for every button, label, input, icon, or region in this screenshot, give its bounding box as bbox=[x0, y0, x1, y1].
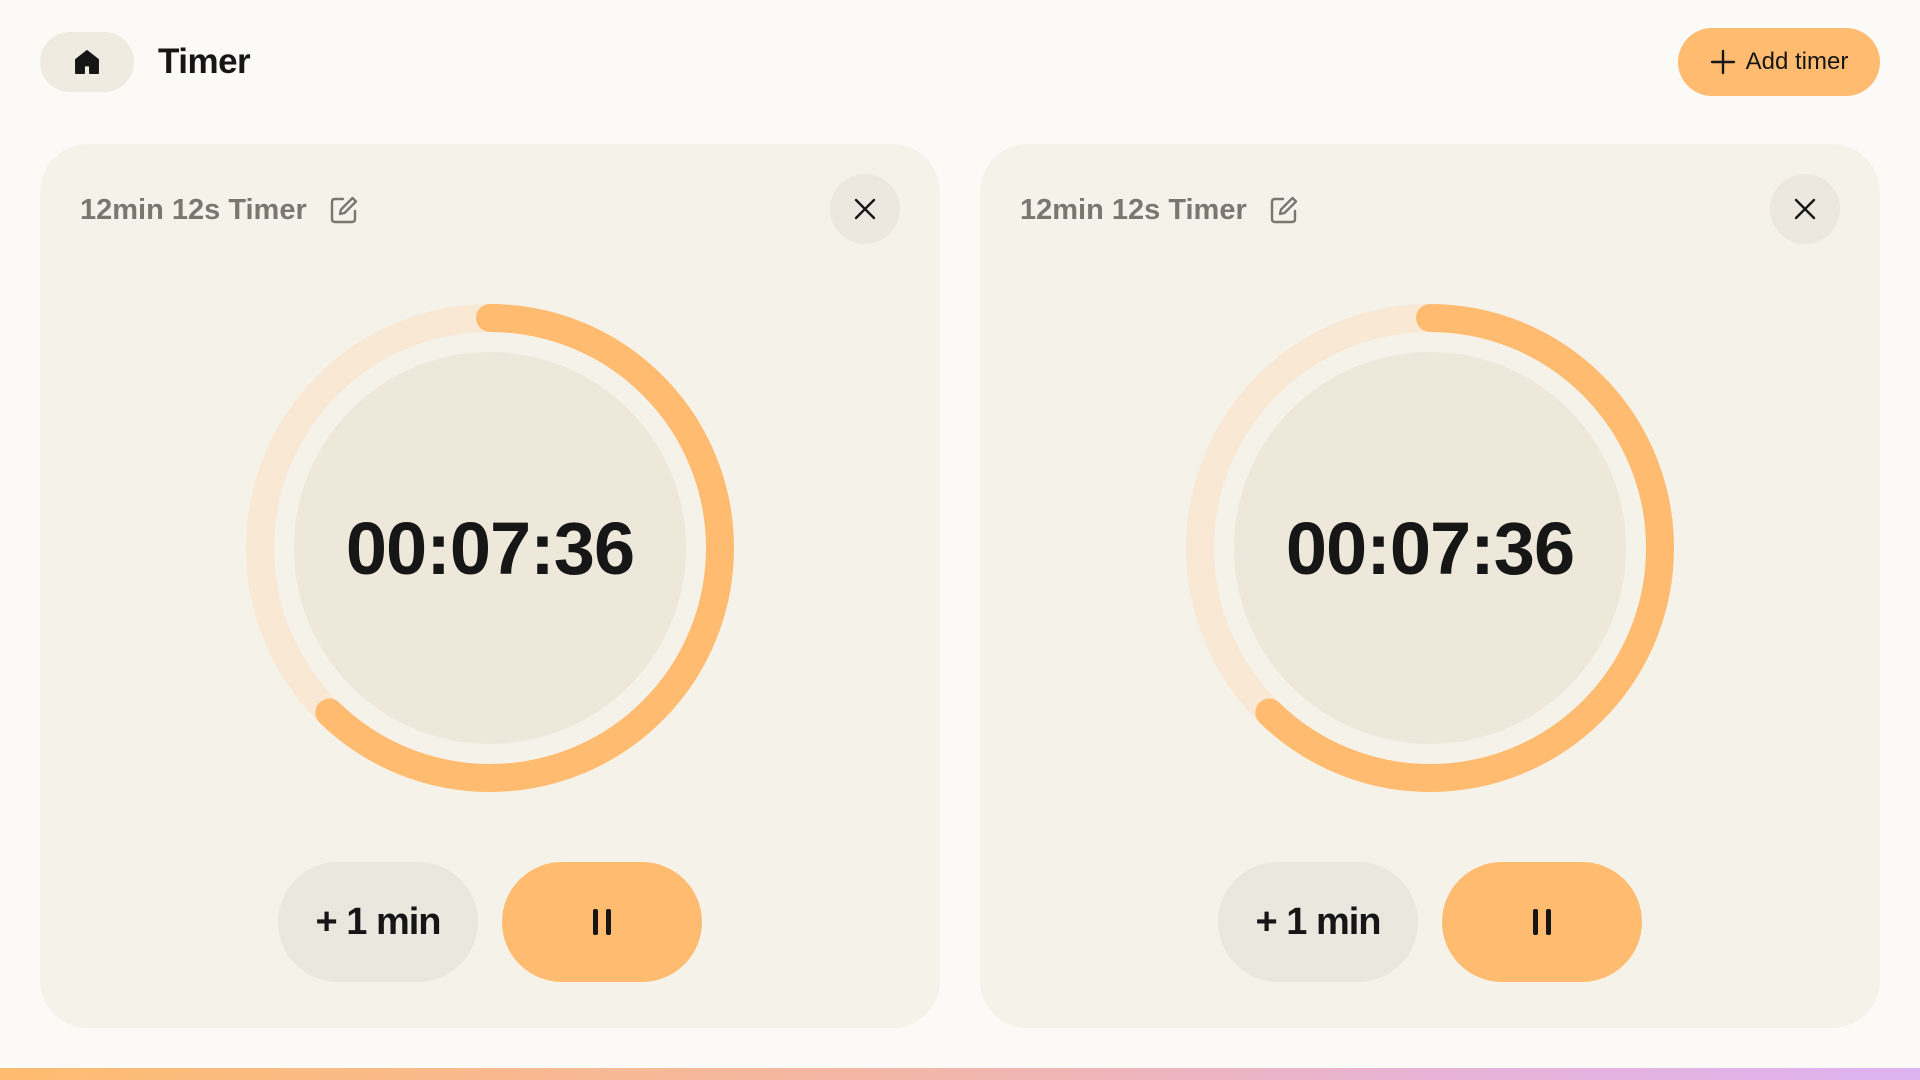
timer-dial: 00:07:36 bbox=[1186, 304, 1674, 792]
app-header: Timer Add timer bbox=[0, 0, 1920, 125]
page-title: Timer bbox=[158, 42, 251, 81]
edit-icon[interactable] bbox=[329, 195, 359, 225]
time-remaining: 00:07:36 bbox=[1285, 506, 1575, 590]
timer-title: 12min 12s Timer bbox=[1020, 194, 1247, 226]
edit-icon[interactable] bbox=[1269, 195, 1299, 225]
pause-button[interactable] bbox=[1442, 862, 1642, 982]
home-icon bbox=[73, 48, 101, 76]
close-icon bbox=[853, 197, 877, 221]
timer-card: 12min 12s Timer 00:07:36 + 1 min bbox=[980, 144, 1880, 1028]
timer-title: 12min 12s Timer bbox=[80, 194, 307, 226]
timer-dial: 00:07:36 bbox=[246, 304, 734, 792]
add-timer-button[interactable]: Add timer bbox=[1678, 28, 1880, 96]
pause-icon bbox=[1530, 907, 1554, 937]
bottom-gradient-bar bbox=[0, 1068, 1920, 1080]
close-timer-button[interactable] bbox=[830, 174, 900, 244]
pause-button[interactable] bbox=[502, 862, 702, 982]
home-button[interactable] bbox=[40, 32, 134, 92]
timer-title-row: 12min 12s Timer bbox=[80, 188, 359, 232]
timer-title-row: 12min 12s Timer bbox=[1020, 188, 1299, 232]
close-icon bbox=[1793, 197, 1817, 221]
add-timer-label: Add timer bbox=[1745, 48, 1849, 75]
add-minute-button[interactable]: + 1 min bbox=[1218, 862, 1418, 982]
close-timer-button[interactable] bbox=[1770, 174, 1840, 244]
time-remaining: 00:07:36 bbox=[345, 506, 635, 590]
plus-icon bbox=[1710, 49, 1736, 75]
add-minute-button[interactable]: + 1 min bbox=[278, 862, 478, 982]
timer-card: 12min 12s Timer 00:07:36 + 1 min bbox=[40, 144, 940, 1028]
pause-icon bbox=[590, 907, 614, 937]
